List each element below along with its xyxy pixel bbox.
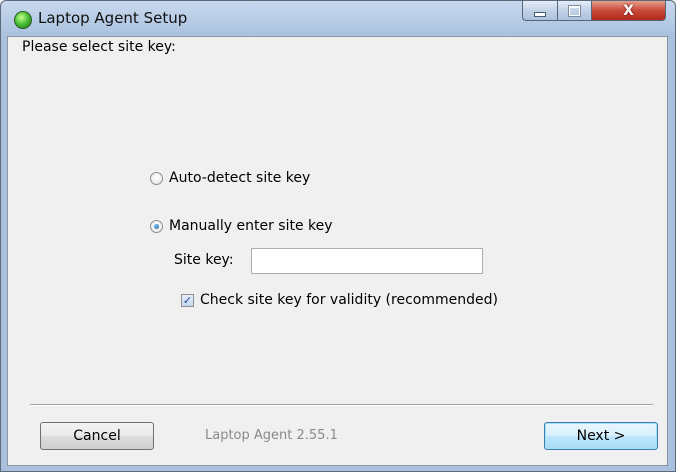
prompt-text: Please select site key:: [22, 39, 176, 55]
caption-buttons: X: [522, 1, 667, 23]
radio-manual-label[interactable]: Manually enter site key: [169, 218, 333, 234]
cancel-button[interactable]: Cancel: [40, 422, 154, 450]
radio-auto-detect[interactable]: Auto-detect site key: [150, 170, 310, 186]
close-icon: X: [623, 2, 634, 19]
next-button[interactable]: Next >: [544, 422, 658, 450]
validity-check-label[interactable]: Check site key for validity (recommended…: [200, 292, 498, 308]
site-key-input[interactable]: [251, 248, 483, 274]
check-icon: ✓: [182, 293, 193, 307]
version-text: Laptop Agent 2.55.1: [205, 428, 338, 443]
close-button[interactable]: X: [592, 1, 666, 21]
app-icon: [14, 11, 32, 29]
maximize-icon: [568, 4, 581, 17]
validity-check[interactable]: ✓ Check site key for validity (recommend…: [181, 292, 498, 308]
window-title: Laptop Agent Setup: [38, 9, 188, 27]
validity-checkbox[interactable]: ✓: [181, 293, 194, 307]
radio-auto-detect-indicator[interactable]: [150, 171, 163, 185]
minimize-button[interactable]: [522, 1, 558, 21]
site-key-label: Site key:: [174, 252, 234, 268]
radio-manual[interactable]: Manually enter site key: [150, 218, 333, 234]
radio-manual-indicator[interactable]: [150, 219, 163, 233]
radio-auto-detect-label[interactable]: Auto-detect site key: [169, 170, 310, 186]
footer-separator: [30, 404, 653, 406]
title-bar[interactable]: Laptop Agent Setup X: [1, 1, 675, 37]
minimize-icon: [534, 12, 546, 17]
maximize-button[interactable]: [558, 1, 592, 21]
